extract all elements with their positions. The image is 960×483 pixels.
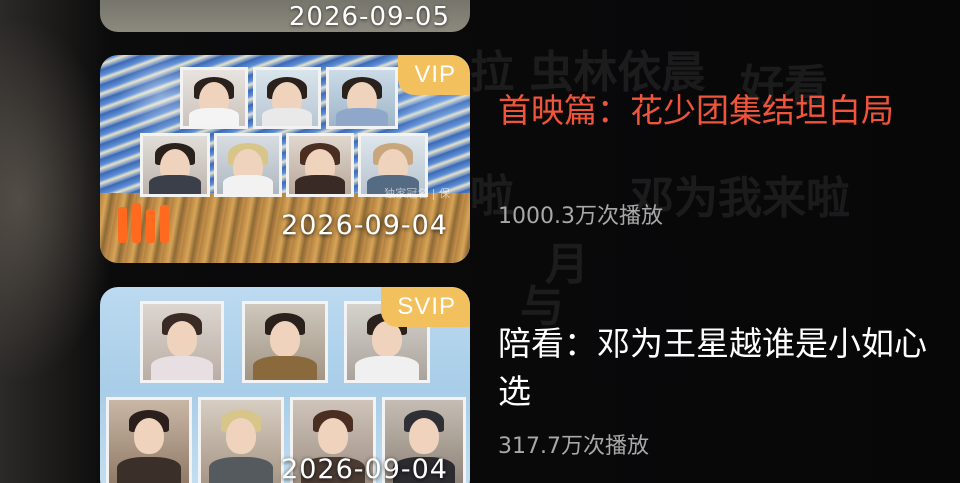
cast-photo — [106, 397, 192, 483]
episode-list-screen: 拉 虫林依晨 好看 啦 邓为我来啦 月 与 2026-09-05 独家冠名 | … — [0, 0, 960, 483]
play-count: 317.7万次播放 — [498, 434, 649, 459]
sponsor-watermark: 独家冠名 | 保 — [384, 187, 450, 200]
cast-photo — [140, 301, 224, 383]
episode-title[interactable]: 陪看：邓为王星越谁是小如心选 — [498, 320, 928, 416]
previous-episode-date: 2026-09-05 — [288, 2, 450, 32]
play-count: 1000.3万次播放 — [498, 204, 663, 229]
episode-thumbnail[interactable]: 独家冠名 | 保 VIP 2026-09-04 — [100, 55, 470, 263]
cast-photo — [198, 397, 284, 483]
cast-photo — [214, 133, 282, 197]
cast-photo — [253, 67, 321, 129]
cast-photo — [242, 301, 328, 383]
episode-date: 2026-09-04 — [281, 210, 448, 241]
episode-title[interactable]: 首映篇：花少团集结坦白局 — [498, 87, 928, 135]
cast-photo — [140, 133, 210, 197]
episode-thumbnail[interactable]: SVIP 2026-09-04 — [100, 287, 470, 483]
mango-tv-logo-icon — [118, 203, 170, 243]
episode-date: 2026-09-04 — [281, 454, 448, 483]
background-overlay-text: 邓为我来啦 — [630, 173, 850, 224]
cast-photo — [180, 67, 248, 129]
cast-photo — [326, 67, 398, 129]
vip-badge: VIP — [398, 55, 470, 95]
previous-episode-thumbnail[interactable]: 2026-09-05 — [100, 0, 470, 32]
svip-badge: SVIP — [381, 287, 470, 327]
cast-photo — [286, 133, 354, 197]
